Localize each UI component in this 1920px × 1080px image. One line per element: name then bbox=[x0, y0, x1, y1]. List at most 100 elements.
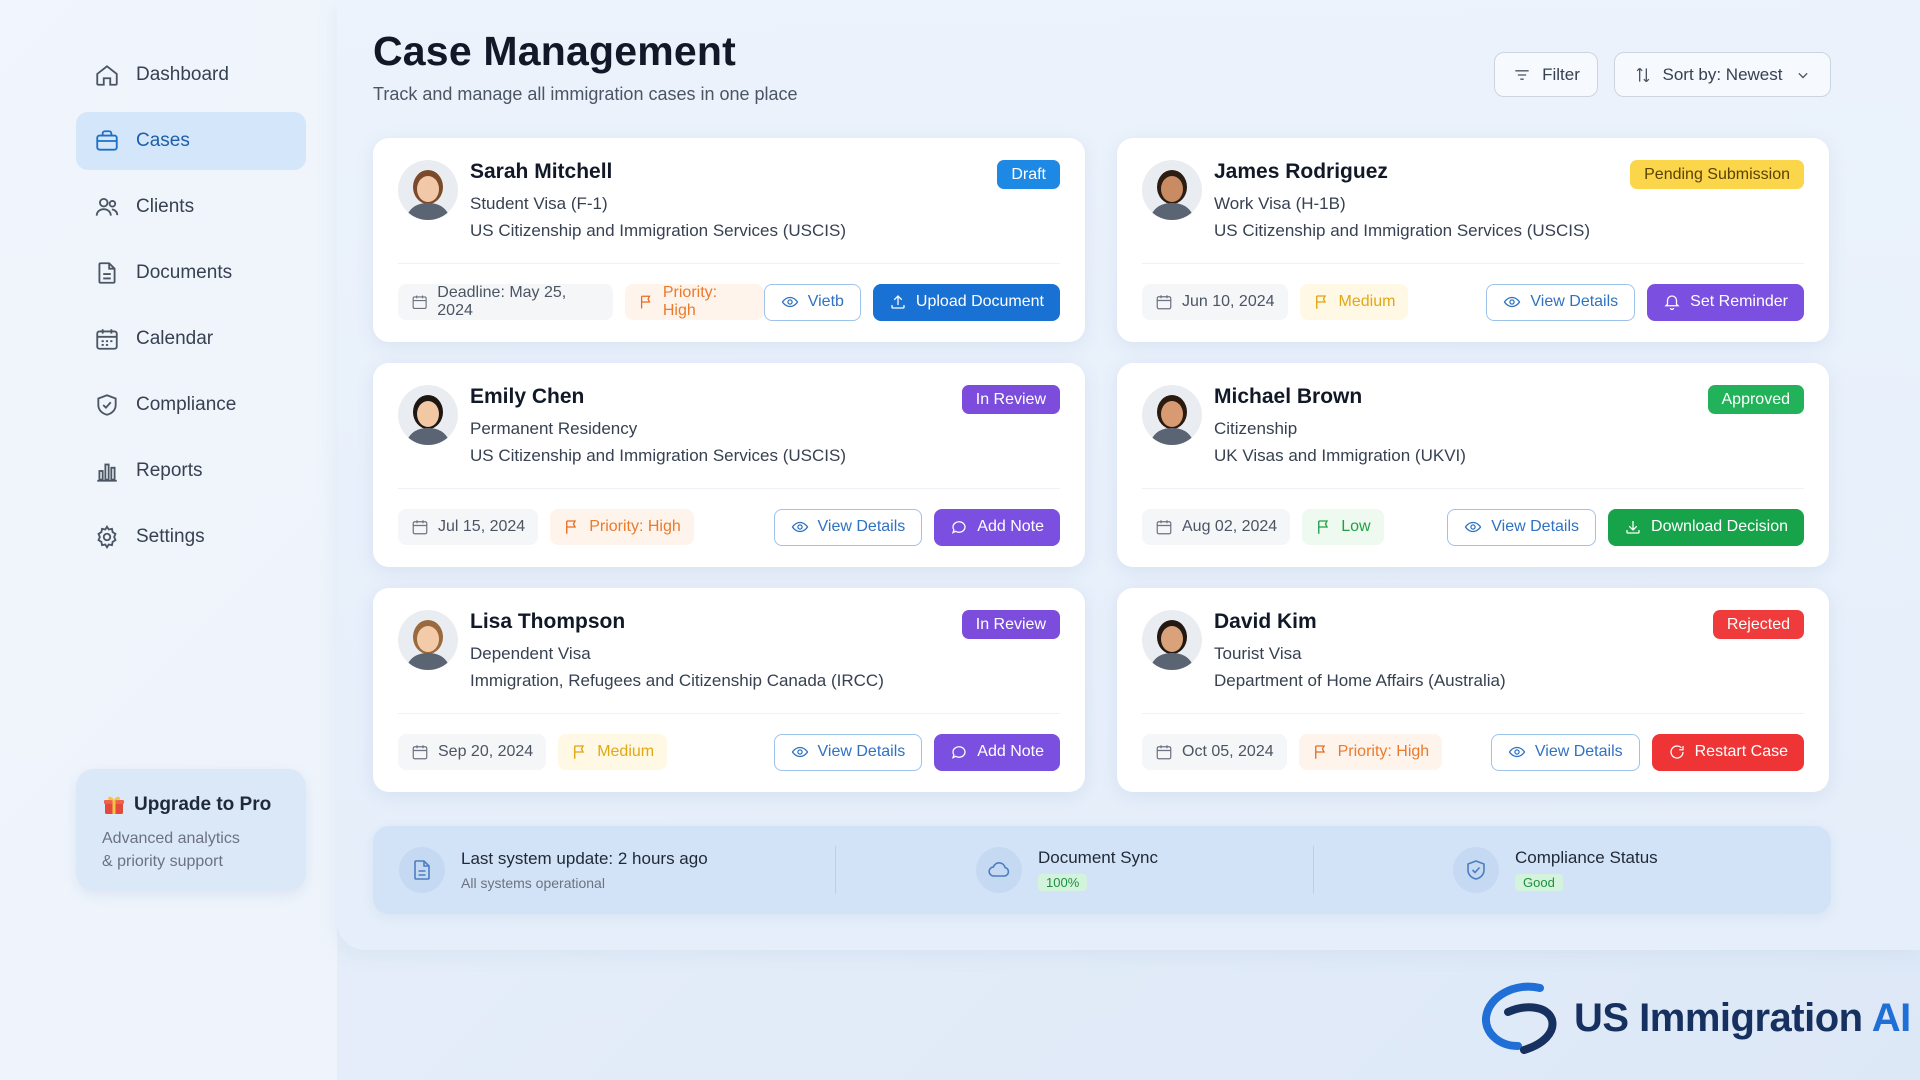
primary-action-button[interactable]: Add Note bbox=[934, 508, 1060, 546]
primary-action-button[interactable]: Restart Case bbox=[1651, 733, 1804, 771]
avatar bbox=[1142, 160, 1202, 220]
sidebar-item-cases[interactable]: Cases bbox=[76, 112, 306, 170]
priority-badge: Priority: High bbox=[624, 284, 764, 320]
avatar bbox=[398, 610, 458, 670]
flag-icon bbox=[1318, 520, 1329, 534]
brand-name: US Immigration AI bbox=[1574, 996, 1911, 1041]
visa-type: Dependent Visa bbox=[470, 644, 591, 663]
chevron-down-icon bbox=[1797, 72, 1808, 78]
page-title: Case Management bbox=[373, 28, 737, 74]
view-details-button[interactable]: View Details bbox=[1486, 283, 1636, 321]
client-name: Sarah Mitchell bbox=[470, 160, 613, 183]
sidebar-item-compliance[interactable]: Compliance bbox=[76, 376, 306, 434]
priority-badge: Medium bbox=[558, 734, 668, 770]
priority-text: Priority: High bbox=[1337, 743, 1430, 760]
visa-type: Permanent Residency bbox=[470, 419, 638, 438]
sb-text: Last system update: 2 hours ago All syst… bbox=[461, 849, 708, 891]
flag-icon bbox=[566, 520, 577, 534]
calendar-icon bbox=[412, 745, 428, 760]
primary-action-label: Restart Case bbox=[1694, 743, 1788, 760]
shield-icon bbox=[97, 394, 117, 416]
brand-swoosh-icon bbox=[1482, 982, 1557, 1054]
case-card[interactable]: Sarah Mitchell Student Visa (F-1) US Citiz… bbox=[373, 138, 1085, 342]
sidebar-item-label: Calendar bbox=[136, 328, 214, 349]
primary-action-label: Add Note bbox=[977, 518, 1044, 535]
primary-action-label: Set Reminder bbox=[1690, 293, 1788, 310]
date-chip: Jun 10, 2024 bbox=[1142, 284, 1288, 320]
view-details-button[interactable]: Vietb bbox=[763, 283, 861, 321]
client-name: Lisa Thompson bbox=[470, 610, 626, 633]
upgrade-card[interactable]: Upgrade to Pro Advanced analytics & prio… bbox=[76, 769, 306, 891]
system-update-title: Last system update: 2 hours ago bbox=[461, 849, 708, 868]
flag-icon bbox=[640, 295, 651, 309]
avatar bbox=[398, 385, 458, 445]
view-details-button[interactable]: View Details bbox=[773, 733, 923, 771]
view-details-button[interactable]: View Details bbox=[1490, 733, 1640, 771]
upgrade-title: Upgrade to Pro bbox=[102, 793, 280, 817]
card-divider bbox=[1142, 263, 1804, 264]
case-card[interactable]: Emily Chen Permanent Residency US Citizens… bbox=[373, 363, 1085, 567]
sidebar-item-dashboard[interactable]: Dashboard bbox=[76, 46, 306, 104]
avatar bbox=[398, 160, 458, 220]
sb-icon-wrap bbox=[399, 847, 445, 893]
card-footer: Oct 05, 2024 Priority: High View Details Re… bbox=[1142, 733, 1804, 771]
priority-text: Medium bbox=[1338, 293, 1396, 310]
case-card[interactable]: Lisa Thompson Dependent Visa Immigration, … bbox=[373, 588, 1085, 792]
card-divider bbox=[1142, 713, 1804, 714]
sidebar-item-clients[interactable]: Clients bbox=[76, 178, 306, 236]
primary-action-button[interactable]: Set Reminder bbox=[1647, 283, 1804, 321]
date-chip: Deadline: May 25, 2024 bbox=[398, 284, 613, 320]
sidebar-nav: Dashboard Cases Clients Documents Calend… bbox=[76, 46, 306, 574]
view-details-button[interactable]: View Details bbox=[1447, 508, 1597, 546]
sidebar-item-label: Documents bbox=[136, 262, 233, 283]
sort-dropdown[interactable]: Sort by: Newest bbox=[1614, 52, 1831, 97]
upload-icon bbox=[891, 295, 905, 309]
sidebar-item-settings[interactable]: Settings bbox=[76, 508, 306, 566]
flag-icon bbox=[574, 745, 585, 759]
agency-name: Immigration, Refugees and Citizenship Ca… bbox=[470, 671, 884, 690]
agency-name: UK Visas and Immigration (UKVI) bbox=[1214, 446, 1466, 465]
primary-action-button[interactable]: Add Note bbox=[934, 733, 1060, 771]
priority-text: Priority: High bbox=[589, 518, 681, 535]
upgrade-title-text: Upgrade to Pro bbox=[134, 794, 272, 815]
briefcase-icon bbox=[96, 130, 118, 151]
avatar-image bbox=[1142, 385, 1202, 445]
case-card[interactable]: Michael Brown Citizenship UK Visas and Imm… bbox=[1117, 363, 1829, 567]
sidebar-item-label: Dashboard bbox=[136, 64, 229, 85]
visa-type: Citizenship bbox=[1214, 419, 1298, 438]
system-update-sub: All systems operational bbox=[461, 875, 605, 891]
case-card[interactable]: David Kim Tourist Visa Department of Home … bbox=[1117, 588, 1829, 792]
sidebar-item-calendar[interactable]: Calendar bbox=[76, 310, 306, 368]
priority-badge: Medium bbox=[1299, 284, 1409, 320]
priority-badge: Low bbox=[1302, 509, 1384, 545]
client-name: David Kim bbox=[1214, 610, 1317, 633]
view-details-label: View Details bbox=[1534, 743, 1623, 760]
cloud-icon bbox=[988, 861, 1010, 877]
priority-text: Medium bbox=[597, 743, 655, 760]
sidebar-item-label: Settings bbox=[136, 526, 205, 547]
document-icon bbox=[414, 860, 430, 880]
case-card[interactable]: James Rodriguez Work Visa (H-1B) US Citize… bbox=[1117, 138, 1829, 342]
primary-action-button[interactable]: Upload Document bbox=[872, 283, 1060, 321]
view-details-button[interactable]: View Details bbox=[773, 508, 923, 546]
avatar-image bbox=[398, 610, 458, 670]
date-chip: Oct 05, 2024 bbox=[1142, 734, 1287, 770]
eye-icon bbox=[781, 296, 798, 308]
primary-action-button[interactable]: Download Decision bbox=[1608, 508, 1804, 546]
home-icon bbox=[96, 65, 118, 86]
card-divider bbox=[398, 713, 1060, 714]
date-chip: Aug 02, 2024 bbox=[1142, 509, 1291, 545]
client-name: James Rodriguez bbox=[1214, 160, 1388, 183]
date-text: Jun 10, 2024 bbox=[1182, 293, 1275, 310]
document-icon bbox=[98, 262, 116, 284]
card-footer: Jun 10, 2024 Medium View Details Set Remind… bbox=[1142, 283, 1804, 321]
card-divider bbox=[398, 488, 1060, 489]
compliance-status-title: Compliance Status bbox=[1515, 848, 1658, 867]
avatar-image bbox=[1142, 610, 1202, 670]
visa-type: Tourist Visa bbox=[1214, 644, 1302, 663]
filter-button[interactable]: Filter bbox=[1494, 52, 1598, 97]
sidebar-item-documents[interactable]: Documents bbox=[76, 244, 306, 302]
calendar-icon bbox=[1156, 295, 1172, 310]
card-footer: Jul 15, 2024 Priority: High View Details Ad… bbox=[398, 508, 1060, 546]
sidebar-item-reports[interactable]: Reports bbox=[76, 442, 306, 500]
